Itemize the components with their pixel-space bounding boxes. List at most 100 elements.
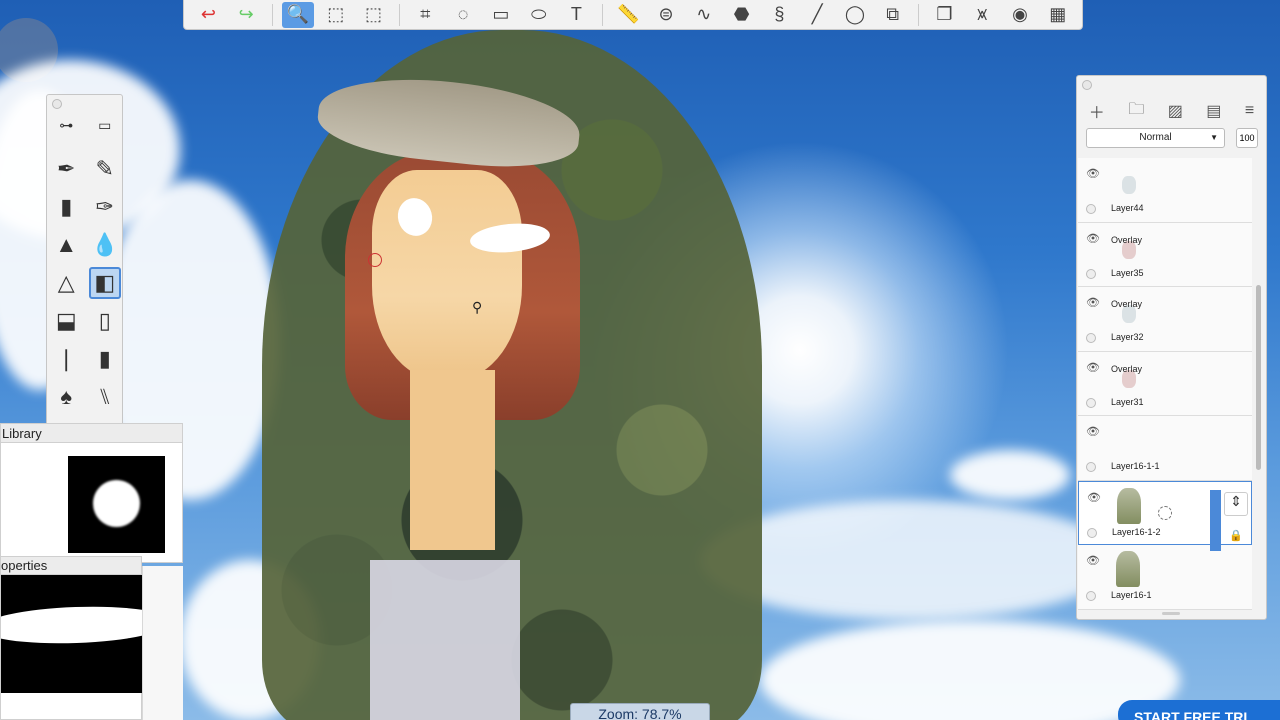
canvas-face xyxy=(372,170,522,380)
text-icon[interactable]: T xyxy=(560,2,593,28)
magnifier-cursor-icon: ⚲ xyxy=(472,299,483,315)
layer-select-toggle[interactable] xyxy=(1086,204,1096,214)
palette-close-button[interactable] xyxy=(52,99,62,109)
add-image-icon[interactable]: ▨ xyxy=(1168,101,1183,121)
paint-brush-icon[interactable]: ❘ xyxy=(50,343,82,375)
transform-icon[interactable]: ◌ xyxy=(447,2,480,28)
canvas-neck xyxy=(410,370,495,550)
top-toolbar: ↩ ↪ 🔍 ⬚ ⬚ ⌗ ◌ ▭ ⬭ T 📏 ⊜ ∿ ⬣ § ╱ ◯ ⧉ ❐ ⩙ ◉ ▦ xyxy=(183,0,1083,30)
canvas-cloud xyxy=(700,500,1120,620)
brush-tip-preview[interactable] xyxy=(68,456,165,553)
layer-blend-label: Overlay xyxy=(1111,299,1143,309)
distort-icon[interactable]: ▭ xyxy=(484,2,517,28)
flat-brush-icon[interactable]: ⑊ xyxy=(89,381,121,413)
visibility-eye-icon[interactable]: 👁 xyxy=(1086,425,1100,438)
canvas-shirt xyxy=(370,560,520,720)
layer-select-toggle[interactable] xyxy=(1087,527,1097,538)
airbrush-icon[interactable]: ▲ xyxy=(50,229,82,261)
visibility-eye-icon[interactable]: 👁 xyxy=(1086,554,1100,567)
redo-icon[interactable]: ↪ xyxy=(230,2,263,28)
layer-row[interactable]: 👁 Overlay Layer35 xyxy=(1078,222,1252,287)
layer-lock-icon[interactable]: 🔒 xyxy=(1224,524,1248,548)
layer-row[interactable]: 👁 Overlay Layer32 xyxy=(1078,287,1252,352)
line-icon[interactable]: ╱ xyxy=(801,2,834,28)
chisel-brush-icon[interactable]: ▮ xyxy=(89,343,121,375)
brush-row: ⊶ ▭ xyxy=(47,115,124,135)
layer-row[interactable]: 👁 Layer16-1-1 xyxy=(1078,416,1252,481)
color-wheel-icon[interactable]: ◉ xyxy=(1004,2,1037,28)
properties-panel: operties xyxy=(0,556,143,720)
brush-row: ▮ ✑ xyxy=(47,191,124,223)
layers-menu-icon[interactable]: ≡ xyxy=(1245,102,1254,120)
copy-layers-icon[interactable]: ❐ xyxy=(928,2,961,28)
canvas-cloud xyxy=(760,620,1180,720)
sliders-icon[interactable]: ⊶ xyxy=(50,115,82,135)
smudge-brush-icon[interactable]: 💧 xyxy=(89,229,121,261)
layer-thumbnail xyxy=(1116,551,1140,587)
stroke-band xyxy=(1,603,143,647)
visibility-eye-icon[interactable]: 👁 xyxy=(1086,361,1100,374)
selected-layer-tab[interactable] xyxy=(1210,490,1221,551)
layer-name: Layer16-1 xyxy=(1111,590,1152,600)
layer-row[interactable]: 👁 Layer44 xyxy=(1078,158,1252,223)
fan-brush-icon[interactable]: ♠ xyxy=(50,381,82,413)
color-swatches-icon[interactable]: ▦ xyxy=(1041,2,1074,28)
ruler-icon[interactable]: 📏 xyxy=(612,2,645,28)
visibility-eye-icon[interactable]: 👁 xyxy=(1086,232,1100,245)
brush-cursor xyxy=(368,253,382,267)
layer-row[interactable]: 👁 Overlay Layer31 xyxy=(1078,351,1252,416)
layer-move-icon[interactable]: ⇕ xyxy=(1224,492,1248,516)
layer-select-toggle[interactable] xyxy=(1086,268,1096,279)
blender-brush-icon[interactable]: ⬓ xyxy=(50,305,82,337)
layer-thumbnail xyxy=(1122,176,1136,194)
symmetry-icon[interactable]: ⊜ xyxy=(650,2,683,28)
marker-brush-icon[interactable]: ▮ xyxy=(50,191,82,223)
ellipse-icon[interactable]: ◯ xyxy=(839,2,872,28)
undo-icon[interactable]: ↩ xyxy=(192,2,225,28)
brush-library-icon[interactable]: ⩙ xyxy=(966,2,999,28)
lipstick-brush-icon[interactable]: ▯ xyxy=(89,305,121,337)
wedge-brush-icon[interactable]: △ xyxy=(50,267,82,299)
properties-side-strip xyxy=(142,566,183,720)
blend-mode-select[interactable]: Normal ▼ xyxy=(1086,128,1225,148)
eraser-brush-icon[interactable]: ◧ xyxy=(88,267,121,299)
visibility-eye-icon[interactable]: 👁 xyxy=(1086,167,1100,180)
layer-row[interactable]: 👁 Layer16-1 xyxy=(1078,545,1252,610)
layer-select-toggle[interactable] xyxy=(1086,462,1096,472)
layer-name: Layer31 xyxy=(1111,396,1144,407)
pen-brush-icon[interactable]: ✒ xyxy=(50,153,82,185)
layer-select-toggle[interactable] xyxy=(1086,591,1096,601)
layer-select-toggle[interactable] xyxy=(1086,397,1096,408)
perspective-grid-icon[interactable]: ⬣ xyxy=(725,2,758,28)
shape-icon[interactable]: ⧉ xyxy=(876,2,909,28)
visibility-eye-icon[interactable]: 👁 xyxy=(1086,296,1100,309)
layers-close-button[interactable] xyxy=(1082,80,1092,90)
toolbar-separator xyxy=(271,3,273,26)
visibility-eye-icon[interactable]: 👁 xyxy=(1087,491,1101,504)
layers-drag-handle[interactable] xyxy=(1162,612,1180,615)
ink-brush-icon[interactable]: ✑ xyxy=(89,191,121,223)
toolbar-separator xyxy=(601,3,603,26)
layers-scrollbar[interactable] xyxy=(1256,285,1261,470)
layer-select-toggle[interactable] xyxy=(1086,333,1096,343)
start-free-trial-button[interactable]: START FREE TRI xyxy=(1118,700,1280,720)
properties-title: operties xyxy=(1,557,141,575)
layer-blend-label: Overlay xyxy=(1111,234,1143,245)
lasso-select-icon[interactable]: ⬚ xyxy=(357,2,390,28)
zoom-icon[interactable]: 🔍 xyxy=(281,1,315,28)
brush-panel-icon[interactable]: ▭ xyxy=(89,115,121,135)
curve-icon[interactable]: ∿ xyxy=(687,2,720,28)
add-layer-icon[interactable]: ＋ xyxy=(1089,99,1105,123)
fill-bucket-icon[interactable]: ⬭ xyxy=(522,2,555,28)
stroke-preview xyxy=(1,575,143,693)
layer-loading-icon xyxy=(1158,505,1172,520)
layer-group-icon[interactable]: 🗀 xyxy=(1128,98,1144,125)
layer-fill-icon[interactable]: ▤ xyxy=(1206,101,1221,121)
library-title: Library xyxy=(1,424,182,443)
brush-row: ✒ ✎ xyxy=(47,153,124,185)
crop-icon[interactable]: ⌗ xyxy=(409,2,442,28)
pencil-brush-icon[interactable]: ✎ xyxy=(89,153,121,185)
steady-stroke-icon[interactable]: § xyxy=(763,2,796,28)
select-icon[interactable]: ⬚ xyxy=(319,2,352,28)
opacity-field[interactable]: 100 xyxy=(1236,128,1258,148)
